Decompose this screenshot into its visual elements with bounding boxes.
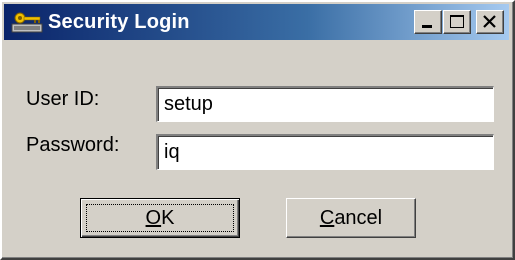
title-bar[interactable]: Security Login <box>4 4 509 40</box>
keys-icon <box>11 12 43 33</box>
user-id-label: User ID: <box>26 88 100 110</box>
window-title: Security Login <box>48 11 190 33</box>
security-login-dialog: Security Login User ID: Password: OK Can… <box>0 0 515 260</box>
cancel-label-rest: ancel <box>334 206 383 229</box>
minimize-icon <box>422 25 432 28</box>
cancel-mnemonic: C <box>319 206 335 229</box>
cancel-button-label: Cancel <box>320 207 382 230</box>
cancel-button[interactable]: Cancel <box>286 198 416 238</box>
ok-button[interactable]: OK <box>80 198 240 238</box>
close-icon <box>483 15 496 28</box>
minimize-button[interactable] <box>414 10 442 34</box>
user-id-field[interactable] <box>156 86 494 122</box>
close-button[interactable] <box>476 10 504 34</box>
password-label: Password: <box>26 134 120 156</box>
focus-ring <box>86 204 234 232</box>
password-field[interactable] <box>156 134 494 170</box>
maximize-icon <box>450 15 464 28</box>
maximize-button[interactable] <box>443 10 471 34</box>
